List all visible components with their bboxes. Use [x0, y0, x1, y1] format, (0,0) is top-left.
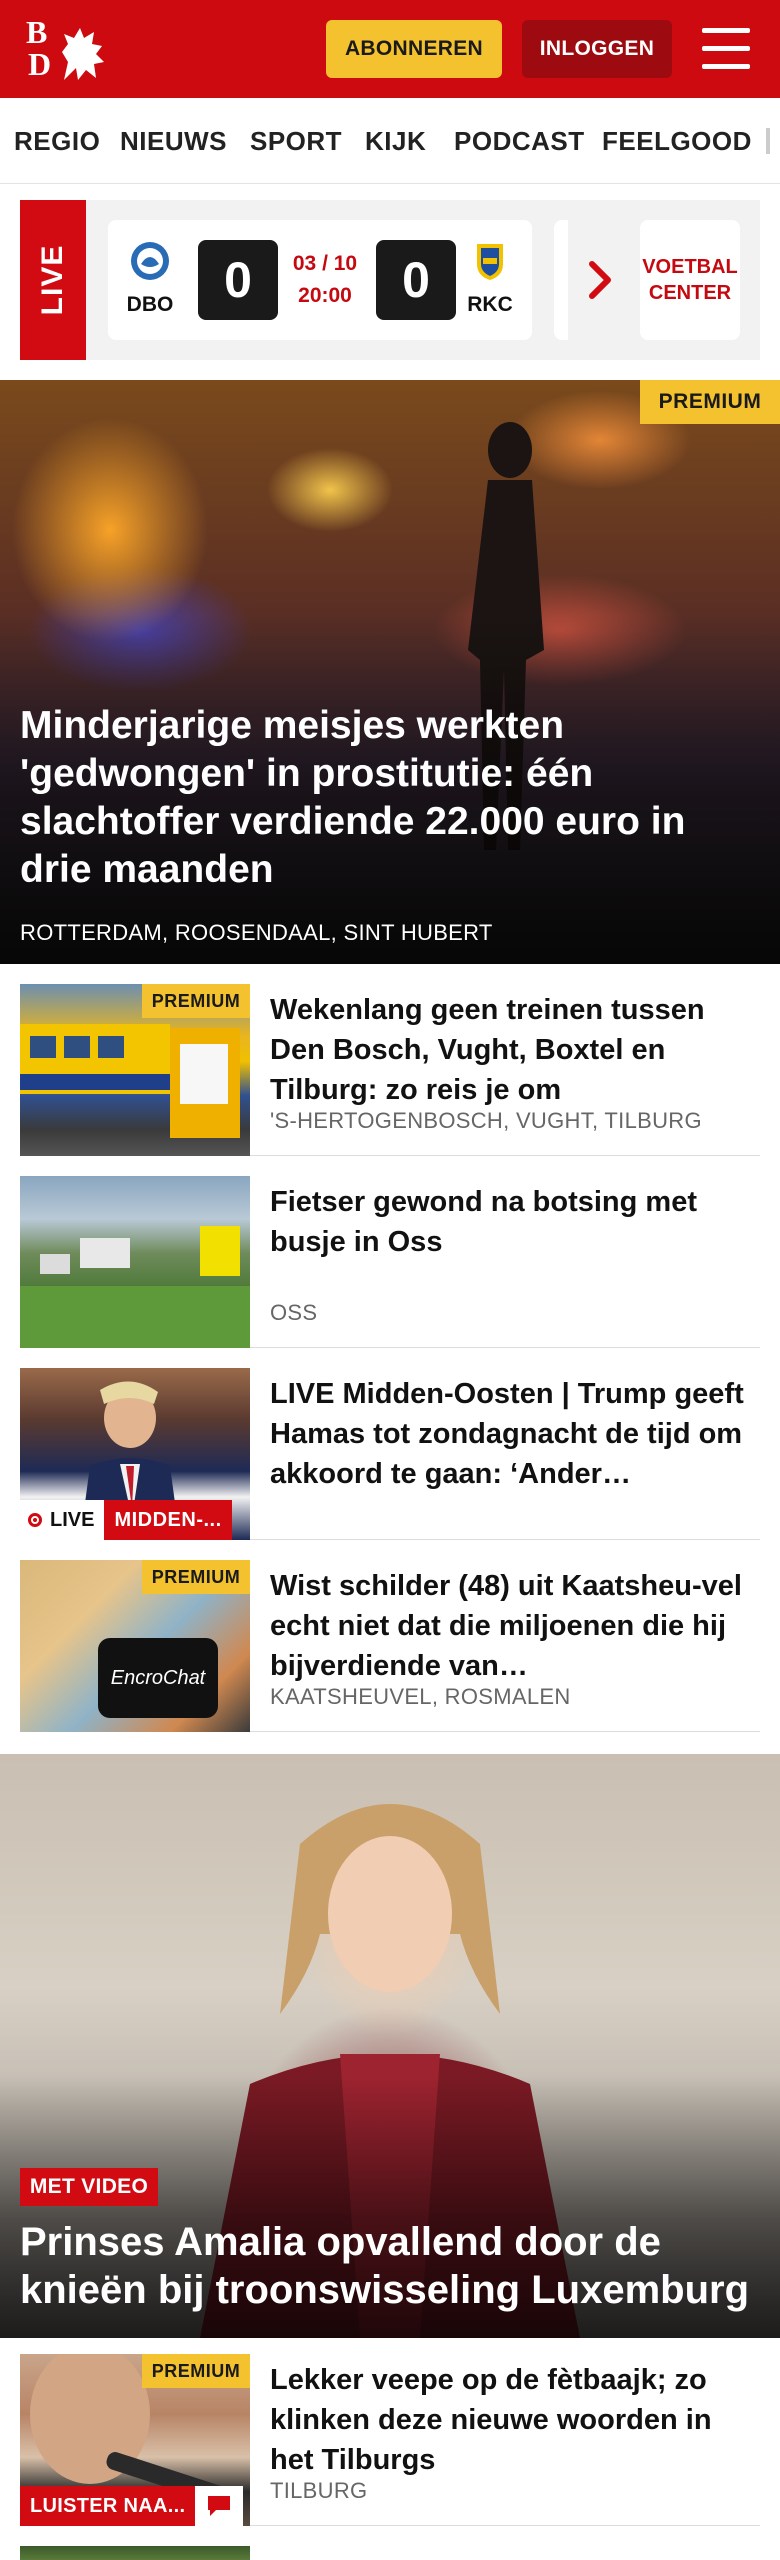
nav-item-regio[interactable]: REGIO — [14, 126, 100, 157]
live-scores-widget: LIVE DBO 0 03 / 10 20:00 0 RKC VOETBAL C… — [20, 200, 760, 360]
nav-overflow-indicator — [766, 128, 770, 154]
list-item[interactable]: LIVE MIDDEN-... LIVE Midden-Oosten | Tru… — [20, 1368, 760, 1540]
match-card[interactable]: DBO 0 03 / 10 20:00 0 RKC — [108, 220, 532, 340]
away-team: RKC — [460, 240, 520, 317]
list-item[interactable]: EncroChat PREMIUM Wist schilder (48) uit… — [20, 1560, 760, 1732]
section-nav: REGIO NIEUWS SPORT KIJK PODCAST FEELGOOD — [0, 98, 780, 184]
article-headline[interactable]: Wekenlang geen treinen tussen Den Bosch,… — [270, 990, 760, 1110]
nav-item-sport[interactable]: SPORT — [250, 126, 342, 157]
dbo-crest-icon — [131, 242, 169, 280]
article-headline[interactable]: Wist schilder (48) uit Kaatsheu-vel echt… — [270, 1566, 760, 1686]
article-location: OSS — [270, 1300, 318, 1325]
live-tab: LIVE — [20, 200, 86, 360]
article-thumbnail — [20, 1176, 250, 1348]
category-label: MIDDEN-... — [104, 1500, 232, 1540]
live-dot-icon — [28, 1513, 42, 1527]
voetbal-center-line-1: VOETBAL — [642, 256, 738, 278]
next-article-thumbnail-peek — [20, 2546, 250, 2560]
live-indicator: LIVE MIDDEN-... — [20, 1500, 232, 1540]
article-thumbnail: LIVE MIDDEN-... — [20, 1368, 250, 1540]
logo-letter-d: D — [28, 46, 52, 82]
article-headline[interactable]: Fietser gewond na botsing met busje in O… — [270, 1182, 760, 1262]
listen-indicator: LUISTER NAA... — [20, 2486, 244, 2526]
voetbal-center-line-2: CENTER — [648, 282, 732, 304]
article-location: 'S-HERTOGENBOSCH, VUGHT, TILBURG — [270, 1108, 702, 1133]
site-logo[interactable]: B D — [26, 16, 116, 84]
subscribe-button[interactable]: ABONNEREN — [326, 20, 502, 78]
logo-letter-b: B — [26, 14, 48, 50]
hero-location: ROTTERDAM, ROOSENDAAL, SINT HUBERT — [20, 920, 493, 945]
premium-badge: PREMIUM — [142, 984, 250, 1018]
voetbal-center-link[interactable]: VOETBAL CENTER — [640, 220, 740, 340]
login-button[interactable]: INLOGGEN — [522, 20, 672, 78]
match-date: 03 / 10 — [292, 252, 358, 275]
street-illustration — [20, 1226, 250, 1348]
premium-badge: PREMIUM — [640, 380, 780, 424]
listen-label: LUISTER NAA... — [20, 2486, 196, 2526]
premium-badge: PREMIUM — [142, 2354, 250, 2388]
article-headline[interactable]: Lekker veepe op de fètbaajk; zo klinken … — [270, 2360, 760, 2480]
list-item[interactable]: Fietser gewond na botsing met busje in O… — [20, 1176, 760, 1348]
article-thumbnail: EncroChat PREMIUM — [20, 1560, 250, 1732]
chevron-right-icon[interactable] — [586, 258, 616, 302]
home-team: DBO — [120, 240, 180, 317]
away-team-name: RKC — [467, 293, 513, 316]
article-thumbnail: PREMIUM — [20, 984, 250, 1156]
home-score: 0 — [198, 240, 278, 320]
nav-item-feelgood[interactable]: FEELGOOD — [602, 126, 752, 157]
list-item[interactable]: PREMIUM Wekenlang geen treinen tussen De… — [20, 984, 760, 1156]
home-team-name: DBO — [126, 293, 174, 316]
rkc-crest-icon — [477, 244, 503, 280]
article-headline[interactable]: LIVE Midden-Oosten | Trump geeft Hamas t… — [270, 1374, 760, 1494]
article-location: KAATSHEUVEL, ROSMALEN — [270, 1684, 571, 1709]
article-location: TILBURG — [270, 2478, 368, 2503]
lion-icon — [62, 28, 104, 80]
featured-video-article[interactable]: MET VIDEO Prinses Amalia opvallend door … — [0, 1754, 780, 2338]
live-label: LIVE — [50, 1508, 95, 1531]
nav-item-kijk[interactable]: KIJK — [365, 126, 426, 157]
live-tab-label: LIVE — [36, 244, 69, 316]
speech-bubble-icon — [195, 2486, 244, 2526]
live-label-wrap: LIVE — [20, 1500, 105, 1540]
premium-badge: PREMIUM — [142, 1560, 250, 1594]
hero-article[interactable]: PREMIUM Minderjarige meisjes werkten 'ge… — [0, 380, 780, 964]
list-item[interactable]: PREMIUM LUISTER NAA... Lekker veepe op d… — [20, 2354, 760, 2526]
next-match-card-stub[interactable] — [554, 220, 568, 340]
site-header: B D ABONNEREN INLOGGEN — [0, 0, 780, 98]
away-score: 0 — [376, 240, 456, 320]
hero-headline[interactable]: Minderjarige meisjes werkten 'gedwongen'… — [20, 702, 760, 894]
featured-headline[interactable]: Prinses Amalia opvallend door de knieën … — [20, 2218, 770, 2314]
encrochat-phone-image: EncroChat — [98, 1638, 218, 1718]
article-thumbnail: PREMIUM LUISTER NAA... — [20, 2354, 250, 2526]
match-time: 20:00 — [298, 284, 352, 307]
video-badge: MET VIDEO — [20, 2168, 158, 2206]
hamburger-menu-icon[interactable] — [700, 26, 752, 72]
nav-item-podcast[interactable]: PODCAST — [454, 126, 585, 157]
nav-item-nieuws[interactable]: NIEUWS — [120, 126, 227, 157]
match-datetime: 03 / 10 20:00 — [280, 248, 370, 312]
